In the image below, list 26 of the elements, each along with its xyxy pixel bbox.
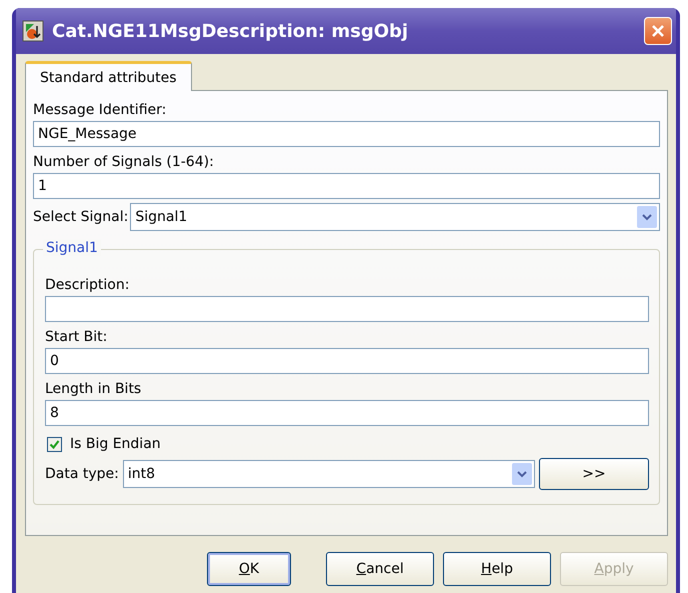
app-icon <box>22 20 44 42</box>
close-button[interactable] <box>644 17 672 45</box>
field-label: Data type: <box>45 466 119 482</box>
field-label: Message Identifier: <box>33 102 168 118</box>
field-label: Length in Bits <box>45 381 142 397</box>
field-label: Number of Signals (1-64): <box>33 154 215 170</box>
input-field[interactable]: 0 <box>45 348 649 374</box>
group-title: Signal1 <box>43 240 101 256</box>
checkbox-label: Is Big Endian <box>70 436 161 452</box>
field-label: Select Signal: <box>33 209 128 225</box>
more-button[interactable]: >> <box>539 458 649 490</box>
tab[interactable]: Standard attributes <box>25 61 192 91</box>
dialog-button[interactable]: Help <box>443 552 551 586</box>
dialog-button[interactable]: OK <box>207 552 291 586</box>
input-field[interactable]: 8 <box>45 400 649 426</box>
dialog-button[interactable]: Cancel <box>326 552 434 586</box>
input-field[interactable]: NGE_Message <box>33 121 660 147</box>
window-title: Cat.NGE11MsgDescription: msgObj <box>52 20 410 42</box>
checkbox[interactable] <box>47 436 62 452</box>
field-label: Start Bit: <box>45 329 108 345</box>
input-field[interactable] <box>45 296 649 322</box>
signal-dropdown[interactable]: Signal1 <box>130 203 660 231</box>
input-field[interactable]: 1 <box>33 173 660 199</box>
field-label: Description: <box>45 277 130 293</box>
data-type-dropdown[interactable]: int8 <box>122 460 535 488</box>
close-icon <box>650 23 666 39</box>
